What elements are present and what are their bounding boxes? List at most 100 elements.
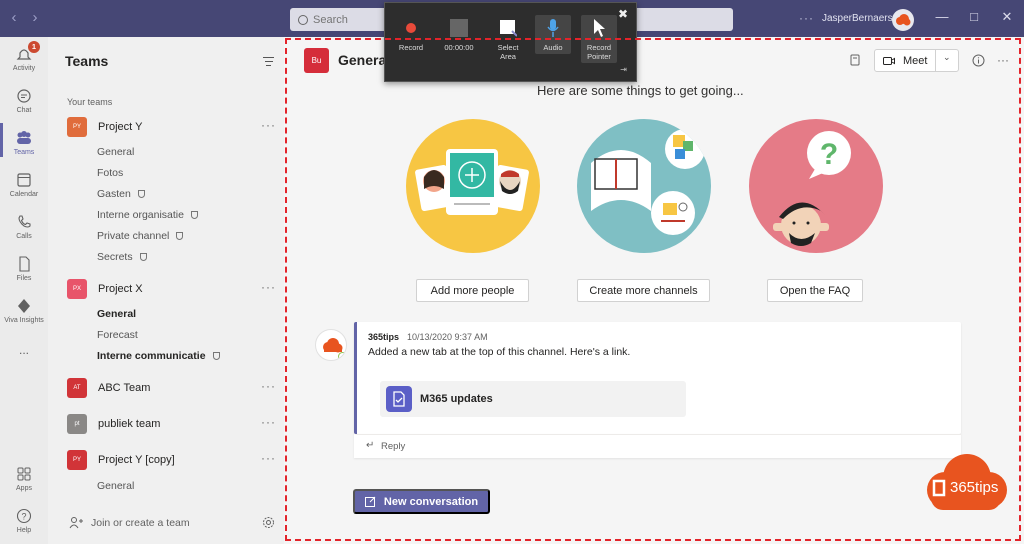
join-label: Join or create a team (91, 517, 190, 529)
private-channel-icon (212, 352, 220, 360)
team-row-project-y[interactable]: PY Project Y ··· (48, 117, 284, 139)
record-pointer-button[interactable]: Record Pointer (581, 15, 617, 63)
channel-item[interactable]: General (97, 308, 136, 320)
team-tile: PX (67, 279, 87, 299)
team-row-publiek-team[interactable]: pt publiek team ··· (48, 414, 284, 436)
close-icon[interactable]: ✕ (999, 9, 1015, 25)
select-area-button[interactable]: Select Area (490, 17, 526, 61)
record-icon (400, 17, 422, 39)
more-options-icon[interactable]: ··· (261, 280, 276, 294)
add-people-icon (69, 517, 83, 529)
recording-toolbar: Record 00:00:00 Select Area Audio Record… (384, 2, 637, 82)
more-options-icon[interactable]: ··· (261, 379, 276, 393)
channel-label: Secrets (97, 251, 133, 263)
rail-item-files[interactable]: Files (0, 255, 48, 282)
rail-label: Chat (16, 107, 32, 114)
post-author: 365tips (368, 332, 400, 342)
minimize-icon[interactable]: — (934, 9, 950, 25)
filter-icon[interactable] (263, 57, 274, 69)
rail-item-help[interactable]: ? Help (0, 507, 48, 534)
channel-item[interactable]: Secrets (97, 251, 147, 263)
rail-label: Calls (16, 233, 32, 240)
notification-badge: 1 (28, 41, 40, 53)
channel-item[interactable]: Private channel (97, 230, 184, 242)
close-icon[interactable]: ✖ (618, 7, 628, 21)
back-arrow-icon[interactable]: ‹ (6, 10, 22, 26)
more-options-icon[interactable]: ··· (261, 415, 276, 429)
help-icon: ? (15, 507, 33, 525)
team-name: ABC Team (98, 382, 151, 394)
team-row-project-y-copy[interactable]: PY Project Y [copy] ··· (48, 450, 284, 472)
forward-arrow-icon[interactable]: › (27, 10, 43, 26)
rail-label: Calendar (9, 191, 39, 198)
open-faq-button[interactable]: Open the FAQ (767, 279, 863, 302)
record-button[interactable]: Record (393, 17, 429, 52)
rail-item-teams[interactable]: Teams (0, 123, 48, 157)
new-conversation-button[interactable]: New conversation (353, 489, 490, 514)
channel-post: 365tips 10/13/2020 9:37 AM Added a new t… (354, 322, 961, 434)
post-timestamp: 10/13/2020 9:37 AM (407, 332, 488, 342)
rail-item-viva-insights[interactable]: Viva Insights (0, 297, 48, 324)
rail-label: Activity (12, 65, 36, 72)
audio-button[interactable]: Audio (535, 15, 571, 54)
rail-label: Apps (16, 485, 32, 492)
faq-illustration: ? (749, 119, 883, 253)
channel-item[interactable]: Interne organisatie (97, 209, 198, 221)
meet-label: Meet (903, 54, 928, 67)
team-tile: AT (67, 378, 87, 398)
svg-text:?: ? (21, 512, 26, 522)
rail-item-calls[interactable]: Calls (0, 213, 48, 240)
info-icon[interactable] (970, 52, 986, 68)
rail-label: Teams (13, 149, 35, 156)
maximize-icon[interactable]: □ (966, 9, 982, 25)
more-options-icon[interactable]: ··· (995, 52, 1011, 68)
notes-icon[interactable] (847, 52, 863, 68)
rail-label: Files (16, 275, 32, 282)
avatar[interactable] (892, 9, 914, 31)
rail-label: Help (16, 527, 32, 534)
link-card-title: M365 updates (420, 393, 493, 405)
new-conversation-label: New conversation (383, 495, 479, 508)
reply-button[interactable]: ↵ Reply (354, 434, 961, 458)
private-channel-icon (137, 190, 145, 198)
channel-item[interactable]: Interne communicatie (97, 350, 220, 362)
compose-icon (364, 496, 376, 507)
team-tile: PY (67, 117, 87, 137)
rail-item-chat[interactable]: Chat (0, 87, 48, 114)
select-area-label: Select Area (497, 43, 519, 61)
team-row-abc-team[interactable]: AT ABC Team ··· (48, 378, 284, 400)
tab-link-icon (386, 386, 412, 412)
channel-item[interactable]: General (97, 480, 134, 492)
channel-item[interactable]: Gasten (97, 188, 145, 200)
chevron-down-icon[interactable]: ⌄ (943, 52, 951, 63)
reply-arrow-icon: ↵ (366, 440, 375, 451)
join-or-create-team[interactable]: Join or create a team (48, 513, 284, 533)
rail-item-calendar[interactable]: Calendar (0, 171, 48, 198)
stop-icon (448, 17, 470, 39)
pin-icon[interactable]: ⇥ (620, 65, 627, 74)
rail-more-icon[interactable]: ... (0, 343, 48, 357)
more-options-icon[interactable]: ··· (261, 118, 276, 132)
link-card[interactable]: M365 updates (380, 381, 686, 417)
rail-item-apps[interactable]: Apps (0, 465, 48, 492)
rail-item-activity[interactable]: 1 Activity (0, 41, 48, 72)
more-options-icon[interactable]: ··· (261, 451, 276, 465)
channel-item[interactable]: General (97, 146, 134, 158)
team-row-project-x[interactable]: PX Project X ··· (48, 279, 284, 301)
app-rail: 1 Activity Chat Teams Calendar Calls Fil… (0, 37, 48, 544)
username: JasperBernaers (822, 13, 893, 24)
settings-gear-icon[interactable] (262, 516, 275, 529)
private-channel-icon (190, 211, 198, 219)
team-name: Project Y (98, 121, 143, 133)
channel-item[interactable]: Forecast (97, 329, 138, 341)
more-options-icon[interactable]: ··· (799, 11, 814, 25)
chat-icon (15, 87, 33, 105)
create-more-channels-button[interactable]: Create more channels (577, 279, 710, 302)
channel-title: Genera (338, 52, 387, 68)
team-name: Project X (98, 283, 143, 295)
channel-item[interactable]: Fotos (97, 167, 123, 179)
meet-button[interactable]: Meet ⌄ (874, 49, 959, 72)
team-tile: pt (67, 414, 87, 434)
post-author-avatar[interactable] (315, 329, 347, 361)
add-more-people-button[interactable]: Add more people (416, 279, 529, 302)
